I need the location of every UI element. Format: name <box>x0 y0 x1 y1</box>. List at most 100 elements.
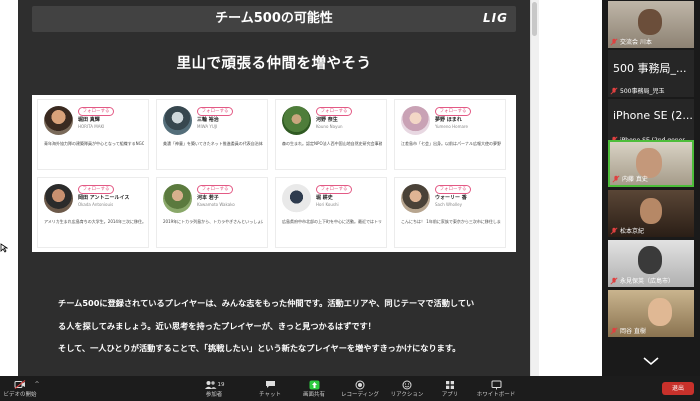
record-icon <box>355 380 365 389</box>
player-description: 広島県府中市北部の上下町を中心に活動。最近ではトリトンバスの管理人。物件の経営を… <box>282 219 382 224</box>
follow-button[interactable]: フォローする <box>316 107 352 116</box>
participant-name-large: iPhone SE (2... <box>613 109 693 122</box>
share-screen-icon <box>309 380 319 389</box>
mic-muted-icon <box>612 175 620 183</box>
chat-button[interactable]: チャット <box>252 379 288 398</box>
participant-name: 内藤 真史 <box>622 176 648 183</box>
player-romaji: Sach Wholley <box>435 202 462 207</box>
apps-button[interactable]: アプリ <box>432 379 468 398</box>
player-name: 夢野 ほまれ <box>435 117 462 123</box>
whiteboard-icon <box>491 380 501 389</box>
player-card[interactable]: フォローする 河本 若子 Kawamoto Wakako 2019年にトカラ列島… <box>156 177 268 248</box>
player-card[interactable]: フォローする ウォーリー 香 Sach Wholley こんにちは！ 1年前に家… <box>394 177 506 248</box>
video-options-caret[interactable]: ^ <box>34 379 40 390</box>
participant-name: 交流会 川本 <box>620 39 652 46</box>
mouse-cursor-icon <box>0 243 8 253</box>
share-screen-button[interactable]: 画面共有 <box>296 379 332 398</box>
participant-gallery-panel: 交流会 川本 500 事務局_... 500事務局_児玉 iPhone SE (… <box>602 0 700 376</box>
player-name: ウォーリー 香 <box>435 195 467 201</box>
player-description: 江差島市「七会」出身。以前はパーナル広報大使の夢野ほまれです。地域を身近に感じ、… <box>401 141 501 146</box>
follow-button[interactable]: フォローする <box>78 185 114 194</box>
player-cards-panel: フォローする 堀田 真輝 HORITA MAKI 青年海外協力隊の建築隊員が中心… <box>32 95 516 252</box>
player-description: こんにちは！ 1年前に家族で東京から三次市に移住しました。子どもたちと日々の暮ら… <box>401 219 501 224</box>
scrollbar-thumb[interactable] <box>532 2 537 36</box>
player-romaji: MIWA YUJI <box>197 124 218 129</box>
player-name: 河野 奈生 <box>316 117 338 123</box>
participant-tile[interactable]: iPhone SE (2... iPhone SE (2nd gener... <box>608 99 694 146</box>
slide-body-line: る人を探してみましょう。近い思考を持ったプレイヤーが、きっと見つかるはずです！ <box>58 321 376 331</box>
apps-label: アプリ <box>441 392 459 398</box>
reaction-smiley-icon <box>402 380 412 389</box>
player-card[interactable]: フォローする 岡田 アントニールイス Okada Antoniouis アメリカ… <box>37 177 149 248</box>
follow-button[interactable]: フォローする <box>435 185 471 194</box>
slide-body-line: そして、一人ひとりが活動することで、「挑戦したい」という新たなプレイヤーを増やす… <box>58 343 461 353</box>
player-card[interactable]: フォローする 堀 耕史 Hori Koushi 広島県府中市北部の上下町を中心に… <box>275 177 387 248</box>
leave-meeting-button[interactable]: 退出 <box>662 382 694 395</box>
presentation-slide: チーム500の可能性 LIG 里山で頑張る仲間を増やそう フォローする 堀田 真… <box>18 0 530 376</box>
mic-muted-icon <box>610 87 618 95</box>
player-avatar <box>163 106 192 135</box>
player-card[interactable]: フォローする 夢野 ほまれ Yumeno Homare 江差島市「七会」出身。以… <box>394 99 506 170</box>
follow-button[interactable]: フォローする <box>435 107 471 116</box>
participants-icon <box>204 381 216 389</box>
follow-button[interactable]: フォローする <box>78 107 114 116</box>
mic-muted-icon <box>610 227 618 235</box>
participant-tile[interactable]: 松本京紀 <box>608 190 694 237</box>
participant-name: 松本京紀 <box>620 228 645 235</box>
player-card[interactable]: フォローする 三輪 裕治 MIWA YUJI 美濃「神童」を築いてきたネット推進… <box>156 99 268 170</box>
chevron-down-icon[interactable] <box>642 356 660 366</box>
participant-tile[interactable]: 交流会 川本 <box>608 1 694 48</box>
player-avatar <box>44 106 73 135</box>
shared-screen-area: チーム500の可能性 LIG 里山で頑張る仲間を増やそう フォローする 堀田 真… <box>0 0 602 376</box>
player-description: アメリカ生まれ広島育ちの大学生。2014年三次に移住。2018年に農業法人をSa… <box>44 219 144 224</box>
player-name: 岡田 アントニールイス <box>78 195 130 201</box>
participant-tile[interactable]: 岡谷 直樹 <box>608 290 694 337</box>
caret-up-icon: ^ <box>34 381 40 388</box>
slide-body-line: チーム500に登録されているプレイヤーは、みんな志をもった仲間です。活動エリアや… <box>58 298 475 308</box>
player-name: 堀田 真輝 <box>78 117 100 123</box>
chat-label: チャット <box>259 392 281 398</box>
slide-title: チーム500の可能性 <box>215 11 333 26</box>
start-video-button[interactable]: ビデオの開始 <box>2 379 38 398</box>
slide-scrollbar[interactable] <box>530 0 539 376</box>
player-avatar <box>44 184 73 213</box>
participant-tile[interactable]: 永見保英（広島市） <box>608 240 694 287</box>
whiteboard-label: ホワイトボード <box>476 392 516 398</box>
participant-tile-active-speaker[interactable]: 内藤 真史 <box>608 140 694 187</box>
player-avatar <box>401 106 430 135</box>
player-avatar <box>163 184 192 213</box>
person-silhouette <box>638 246 662 274</box>
whiteboard-button[interactable]: ホワイトボード <box>472 379 520 398</box>
mic-muted-icon <box>610 327 618 335</box>
player-avatar <box>282 106 311 135</box>
player-romaji: Hori Koushi <box>316 202 339 207</box>
follow-button[interactable]: フォローする <box>316 185 352 194</box>
participant-tile[interactable]: 500 事務局_... 500事務局_児玉 <box>608 50 694 97</box>
follow-button[interactable]: フォローする <box>197 107 233 116</box>
person-silhouette <box>640 198 662 224</box>
record-button[interactable]: レコーディング <box>336 379 384 398</box>
participant-name: 岡谷 直樹 <box>620 328 646 335</box>
zoom-meeting-window: チーム500の可能性 LIG 里山で頑張る仲間を増やそう フォローする 堀田 真… <box>0 0 700 401</box>
record-label: レコーディング <box>340 392 380 398</box>
player-avatar <box>401 184 430 213</box>
player-card[interactable]: フォローする 堀田 真輝 HORITA MAKI 青年海外協力隊の建築隊員が中心… <box>37 99 149 170</box>
participants-count: 19 <box>217 381 225 388</box>
player-name: 堀 耕史 <box>316 195 333 201</box>
chat-icon <box>265 381 275 388</box>
player-romaji: Kouno Nayun <box>316 124 343 129</box>
follow-button[interactable]: フォローする <box>197 185 233 194</box>
player-card[interactable]: フォローする 河野 奈生 Kouno Nayun 森の生まれ。認定NPO法人西中… <box>275 99 387 170</box>
participant-name: 永見保英（広島市） <box>620 278 675 285</box>
reactions-button[interactable]: リアクション <box>386 379 428 398</box>
player-romaji: Kawamoto Wakako <box>197 202 235 207</box>
player-romaji: Okada Antoniouis <box>78 202 114 207</box>
share-screen-label: 画面共有 <box>302 392 325 398</box>
apps-grid-icon <box>446 380 454 389</box>
participants-button[interactable]: 19 参加者 <box>196 379 232 398</box>
participant-name-large: 500 事務局_... <box>613 62 687 75</box>
person-silhouette <box>638 9 662 35</box>
person-silhouette <box>648 298 672 326</box>
player-description: 森の生まれ。認定NPO法人西中国山地自然史研究会事務局スタッフ。好きな言葉は「物… <box>282 141 382 146</box>
mic-muted-icon <box>610 38 618 46</box>
